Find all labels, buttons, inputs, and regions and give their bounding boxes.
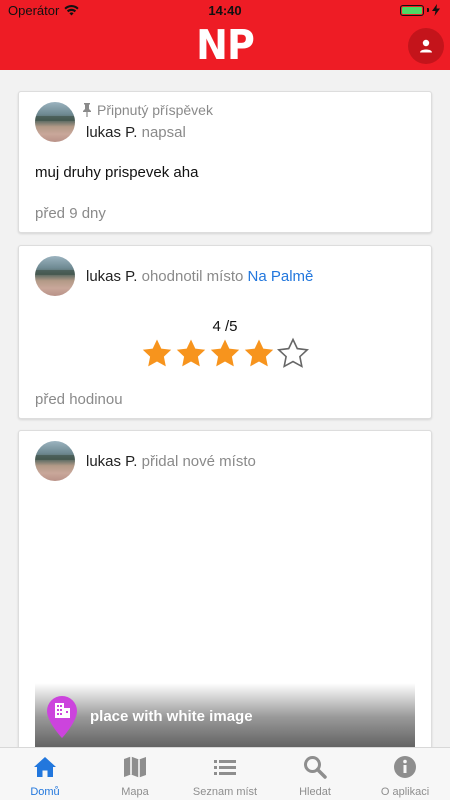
tab-label: Hledat [299,786,331,798]
place-link[interactable]: Na Palmě [248,268,314,285]
profile-button[interactable] [408,28,444,64]
info-icon [394,756,416,778]
home-icon [34,757,56,777]
person-icon [420,39,432,53]
tab-label: Seznam míst [192,786,258,798]
avatar[interactable] [35,102,75,142]
star-empty-icon [276,337,310,368]
search-icon [304,756,327,779]
tab-map[interactable]: Mapa [90,748,180,800]
tab-label: Domů [30,786,60,798]
list-icon [214,760,236,775]
rating-value: 4 /5 [212,318,238,335]
author-name[interactable]: lukas P. [86,124,137,141]
post-header: lukas P. napsal [86,124,186,141]
action-verb: přidal nové místo [141,453,256,470]
status-time: 14:40 [208,3,242,18]
tab-home[interactable]: Domů [0,748,90,800]
rating-card[interactable]: lukas P. ohodnotil místo Na Palmě 4 /5 p… [18,245,432,419]
status-bar: Operátor 14:40 [0,0,450,22]
post-card-pinned[interactable]: Připnutý příspěvek lukas P. napsal muj d… [18,91,432,233]
avatar[interactable] [35,441,75,481]
tab-about[interactable]: O aplikaci [360,748,450,800]
app-logo[interactable]: NP [0,21,450,69]
tab-label: O aplikaci [380,786,430,798]
charging-icon [432,4,440,16]
pin-icon [83,103,91,117]
tab-bar: Domů Mapa Seznam míst Hledat O aplikaci [0,747,450,800]
author-name[interactable]: lukas P. [86,453,137,470]
post-text: muj druhy prispevek aha [35,164,199,181]
pinned-indicator: Připnutý příspěvek [82,102,213,118]
avatar[interactable] [35,256,75,296]
star-filled-icon [142,339,172,367]
rating-stars [19,337,431,371]
place-name[interactable]: place with white image [90,708,253,725]
star-filled-icon [244,339,274,367]
author-name[interactable]: lukas P. [86,268,137,285]
rating-header: lukas P. ohodnotil místo Na Palmě [86,268,313,285]
activity-feed[interactable]: Připnutý příspěvek lukas P. napsal muj d… [0,70,450,747]
place-pin-icon [47,696,77,738]
tab-label: Mapa [121,786,149,798]
new-place-header: lukas P. přidal nové místo [86,453,256,470]
tab-place-list[interactable]: Seznam míst [180,748,270,800]
star-filled-icon [210,339,240,367]
app-header: NP [0,21,450,70]
pinned-label: Připnutý příspěvek [97,102,213,118]
action-verb: napsal [141,124,186,141]
new-place-card[interactable]: lukas P. přidal nové místo place with wh… [18,430,432,747]
map-icon [124,756,146,778]
tab-search[interactable]: Hledat [270,748,360,800]
star-filled-icon [176,339,206,367]
battery-icon [400,4,440,16]
post-time: před 9 dny [35,205,106,222]
action-verb: ohodnotil místo [141,268,244,285]
rating-time: před hodinou [35,391,123,408]
